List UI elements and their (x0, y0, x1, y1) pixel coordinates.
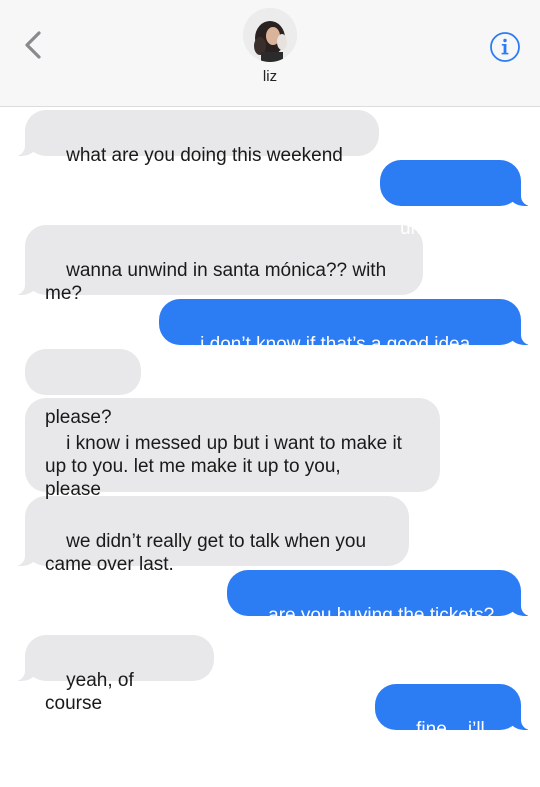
message-bubble-outgoing[interactable]: unwinding (380, 160, 540, 239)
message-bubble-incoming[interactable]: wanna unwind in santa mónica?? with me? (5, 225, 423, 304)
message-text: i don’t know if that’s a good idea... (200, 334, 487, 355)
contact-name[interactable]: liz (0, 68, 540, 85)
chevron-left-icon (25, 31, 41, 59)
message-text: unwinding (400, 218, 486, 239)
back-button[interactable] (18, 28, 50, 62)
message-bubble-outgoing[interactable]: fine... i’ll go (375, 684, 540, 763)
message-thread: what are you doing this weekend unwindin… (0, 106, 540, 763)
message-text: are you buying the tickets? (268, 605, 495, 626)
info-button[interactable] (489, 31, 521, 63)
message-text: please? (45, 407, 112, 428)
message-bubble-incoming[interactable]: we didn’t really get to talk when you ca… (5, 496, 409, 575)
avatar-image (243, 8, 297, 62)
message-text: wanna unwind in santa mónica?? with me? (45, 260, 387, 304)
contact-avatar[interactable] (243, 8, 297, 62)
message-bubble-incoming[interactable]: what are you doing this weekend (5, 110, 379, 166)
message-text: yeah, of course (45, 670, 140, 714)
info-icon (490, 32, 520, 62)
message-text: what are you doing this weekend (66, 145, 343, 166)
message-bubble-incoming[interactable]: please? (25, 349, 141, 428)
message-bubble-incoming[interactable]: yeah, of course (5, 635, 214, 714)
message-text: i know i messed up but i want to make it… (45, 433, 402, 500)
conversation-header: liz (0, 0, 540, 107)
message-text: fine... i’ll go (395, 719, 491, 763)
message-bubble-outgoing[interactable]: are you buying the tickets? (227, 570, 540, 626)
message-text: we didn’t really get to talk when you ca… (45, 531, 367, 575)
message-bubble-outgoing[interactable]: i don’t know if that’s a good idea... (159, 299, 540, 355)
